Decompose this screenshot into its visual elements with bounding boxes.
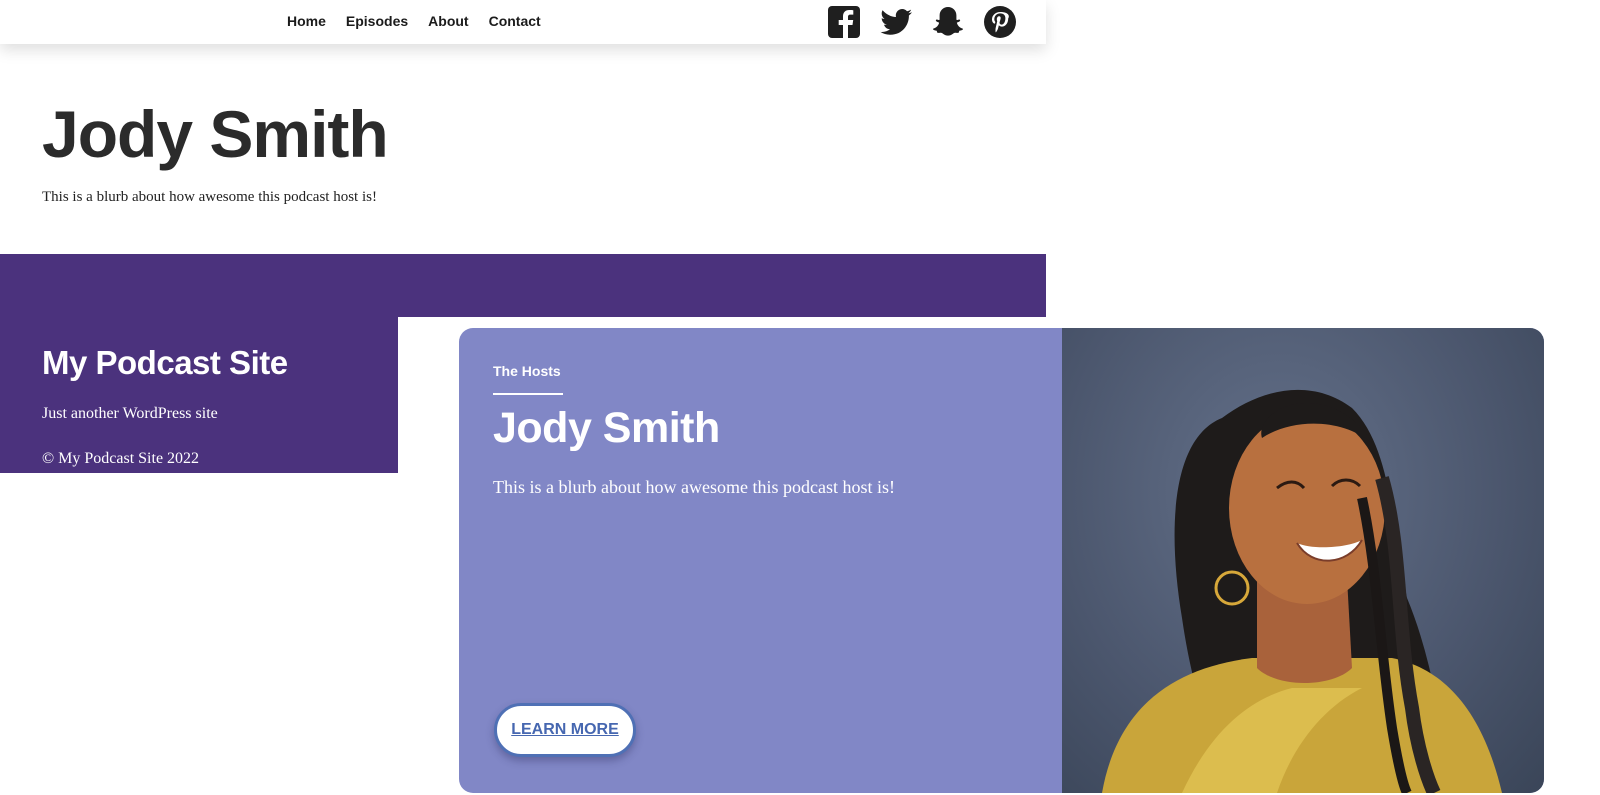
card-host-name: Jody Smith xyxy=(493,404,720,452)
site-header: Home Episodes About Contact xyxy=(0,0,1046,44)
host-photo xyxy=(1062,328,1544,793)
learn-more-button[interactable]: LEARN MORE xyxy=(494,703,636,757)
host-card: The Hosts Jody Smith This is a blurb abo… xyxy=(459,328,1544,793)
facebook-icon[interactable] xyxy=(826,4,862,40)
card-kicker: The Hosts xyxy=(493,363,561,379)
nav-home-link[interactable]: Home xyxy=(287,13,326,29)
twitter-icon[interactable] xyxy=(878,4,914,40)
pinterest-icon[interactable] xyxy=(982,4,1018,40)
purple-band xyxy=(0,254,1046,317)
nav-episodes-link[interactable]: Episodes xyxy=(346,13,408,29)
card-blurb: This is a blurb about how awesome this p… xyxy=(493,477,895,497)
nav-about-link[interactable]: About xyxy=(428,13,468,29)
footer-copyright: © My Podcast Site 2022 xyxy=(42,450,200,467)
hero-title: Jody Smith xyxy=(42,97,389,171)
snapchat-icon[interactable] xyxy=(930,4,966,40)
main-navigation: Home Episodes About Contact xyxy=(287,13,541,29)
hero-blurb: This is a blurb about how awesome this p… xyxy=(42,189,377,205)
site-footer: My Podcast Site Just another WordPress s… xyxy=(0,317,398,473)
nav-contact-link[interactable]: Contact xyxy=(489,13,541,29)
kicker-underline xyxy=(493,393,563,395)
social-links xyxy=(826,4,1018,40)
footer-tagline: Just another WordPress site xyxy=(42,405,218,422)
footer-site-title[interactable]: My Podcast Site xyxy=(42,344,288,382)
